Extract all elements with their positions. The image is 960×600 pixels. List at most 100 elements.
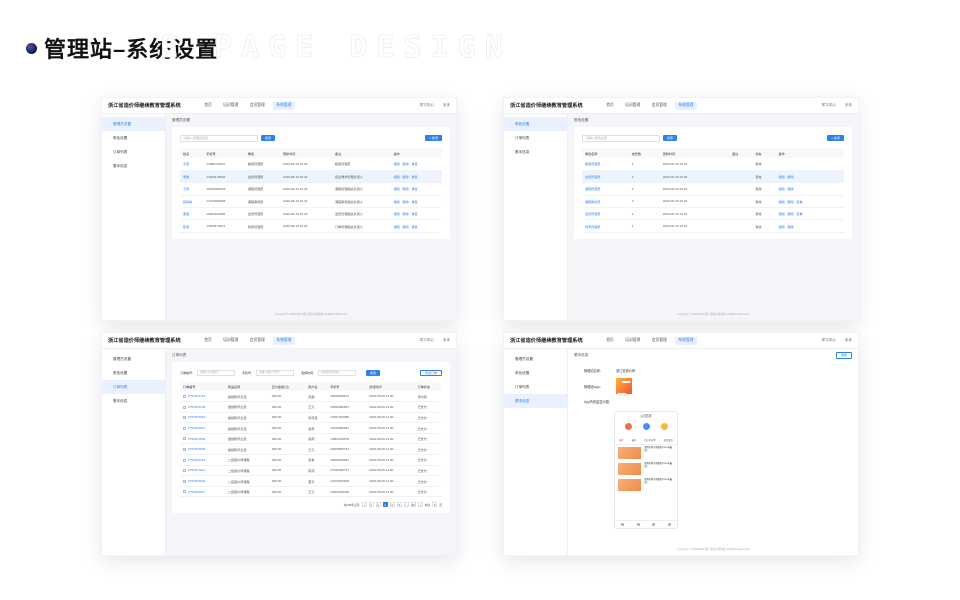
page-button[interactable]: 60: [410, 502, 416, 508]
learning-center-link[interactable]: 学习中心: [821, 103, 835, 108]
add-button[interactable]: + 新增: [425, 134, 442, 142]
table-row[interactable]: 2754875419 二级造价师课程 300.00 张孝 18650539981 2019…: [180, 454, 442, 466]
table-row[interactable]: 李娟 14329178902 会员管理员 2019-06-15 10:23 招生教学管理…: [180, 170, 442, 184]
nav-training[interactable]: 培训管理: [622, 337, 644, 345]
nav-members[interactable]: 会员管理: [649, 102, 671, 110]
goto-page-input[interactable]: 5: [432, 502, 438, 508]
nav-system[interactable]: 系统管理: [675, 336, 697, 345]
row-actions[interactable]: [775, 158, 844, 171]
learning-center-link[interactable]: 学习中心: [419, 338, 433, 343]
table-cell[interactable]: 2754875419: [180, 454, 225, 466]
sidebar-item-roles[interactable]: 角色设置: [102, 131, 165, 145]
nav-home[interactable]: 首页: [603, 102, 617, 110]
row-actions[interactable]: 编辑 · 删除 · 查看: [775, 207, 844, 221]
nav-members[interactable]: 会员管理: [649, 337, 671, 345]
table-cell[interactable]: 2754875964: [180, 412, 225, 424]
row-checkbox[interactable]: [183, 458, 186, 462]
user-name[interactable]: 手手: [845, 338, 852, 343]
sidebar-item-roles[interactable]: 角色设置: [102, 366, 165, 380]
table-cell[interactable]: 课程管理员: [582, 182, 629, 196]
nav-system[interactable]: 系统管理: [273, 101, 295, 110]
time-range-input[interactable]: 请选择时间范围: [318, 370, 357, 376]
row-checkbox[interactable]: [183, 447, 186, 451]
table-cell[interactable]: 2754875509: [180, 443, 225, 456]
row-actions[interactable]: 编辑 · 删除 · 重置: [390, 219, 442, 233]
nav-home[interactable]: 首页: [201, 102, 215, 110]
learning-center-link[interactable]: 学习中心: [821, 338, 835, 343]
page-button[interactable]: …: [403, 502, 409, 508]
table-row[interactable]: 2754875509 继续教育全选 300.00 王元 18409685761 2019-…: [180, 443, 442, 456]
table-cell[interactable]: 2754875037: [180, 486, 225, 498]
add-button[interactable]: + 新增: [827, 134, 844, 142]
table-row[interactable]: 董森 18401821806 会员管理员 2019-06-15 10:23 会员管理相关…: [180, 207, 442, 221]
page-button[interactable]: 3: [382, 502, 388, 508]
nav-members[interactable]: 会员管理: [247, 337, 269, 345]
sidebar-item-orders[interactable]: 订单列表: [102, 145, 165, 159]
order-number[interactable]: 2754875007: [188, 426, 205, 430]
row-checkbox[interactable]: [183, 437, 186, 441]
user-name[interactable]: 手手: [443, 338, 450, 343]
row-actions[interactable]: 编辑 · 删除 · 查看: [775, 195, 844, 209]
table-cell[interactable]: 2754875993: [180, 475, 225, 487]
table-row[interactable]: 王伟 15342093078 课程管理员 2019-06-15 10:23 课程管理相关…: [180, 182, 442, 196]
table-row[interactable]: 超级管理员 1 2019-06-15 10:23 有效: [582, 158, 844, 171]
table-row[interactable]: 会员管理员 1 2019-06-15 10:23 有效 编辑 · 删除 · 查看: [582, 207, 844, 221]
search-button[interactable]: 搜索: [366, 369, 381, 377]
table-row[interactable]: 2754874744 继续教育全选 300.00 周超 18638918671 2019-…: [180, 391, 442, 403]
table-row[interactable]: 2754875007 继续教育全选 300.00 赵梓 13016968681 2019-…: [180, 422, 442, 434]
sidebar-item-admins[interactable]: 管理员设置: [504, 352, 567, 366]
table-row[interactable]: 王晓 13086703297 超级管理员 2019-06-15 10:23 超级管理员编…: [180, 158, 442, 171]
order-number[interactable]: 2754875419: [188, 458, 205, 462]
row-actions[interactable]: 编辑 · 删除 · 重置: [390, 182, 442, 196]
row-checkbox[interactable]: [183, 469, 186, 473]
nav-training[interactable]: 培训管理: [220, 102, 242, 110]
table-cell[interactable]: 会员管理员: [582, 170, 629, 184]
sidebar-item-admins[interactable]: 管理员设置: [102, 117, 165, 131]
row-actions[interactable]: 编辑 · 删除 · 重置: [390, 170, 442, 184]
table-cell[interactable]: 2754871014: [180, 465, 225, 477]
row-actions[interactable]: 编辑 · 删除: [775, 182, 844, 196]
nav-home[interactable]: 首页: [201, 337, 215, 345]
site-logo[interactable]: [616, 378, 632, 394]
table-cell[interactable]: 董森: [180, 207, 204, 221]
row-actions[interactable]: 编辑 · 删除 · 重置: [390, 158, 442, 171]
nav-system[interactable]: 系统管理: [675, 101, 697, 110]
nav-training[interactable]: 培训管理: [220, 337, 242, 345]
table-cell[interactable]: 王伟: [180, 182, 204, 196]
page-button[interactable]: 2: [375, 502, 381, 508]
edit-button[interactable]: 编辑: [835, 352, 852, 359]
order-number[interactable]: 2754875509: [188, 447, 205, 451]
order-number[interactable]: 2754871014: [188, 468, 205, 472]
order-number[interactable]: 2754871584: [188, 437, 205, 441]
table-row[interactable]: 2754875138 继续教育全选 300.00 王元 15652386987 2019-…: [180, 401, 442, 413]
row-checkbox[interactable]: [183, 416, 186, 420]
sidebar-item-basic-info[interactable]: 基本信息: [504, 145, 567, 159]
table-row[interactable]: 课程审核员 0 2019-06-15 10:23 有效 编辑 · 删除 · 查看: [582, 195, 844, 209]
row-actions[interactable]: 编辑 · 删除: [775, 170, 844, 184]
nav-home[interactable]: 首页: [603, 337, 617, 345]
search-input[interactable]: 请输入管理员姓名: [180, 134, 258, 142]
table-cell[interactable]: 2754874744: [180, 391, 225, 403]
next-page-button[interactable]: ›: [417, 502, 423, 508]
sidebar-item-admins[interactable]: 管理员设置: [102, 352, 165, 366]
row-checkbox[interactable]: [183, 490, 186, 494]
row-checkbox[interactable]: [183, 426, 186, 430]
sidebar-item-orders[interactable]: 订单列表: [504, 131, 567, 145]
order-no-input[interactable]: 请输入订单编号: [197, 370, 236, 376]
table-cell[interactable]: 超级管理员: [582, 158, 629, 171]
user-name[interactable]: 手手: [443, 103, 450, 108]
order-number[interactable]: 2754875993: [188, 479, 205, 483]
order-number[interactable]: 2754875138: [188, 405, 205, 409]
row-actions[interactable]: 编辑 · 删除 · 重置: [390, 207, 442, 221]
table-row[interactable]: 2754875993 二级造价师课程 300.00 董平 14073816900 2019…: [180, 475, 442, 487]
row-actions[interactable]: 编辑 · 删除: [775, 219, 844, 233]
row-actions[interactable]: 编辑 · 删除 · 重置: [390, 195, 442, 209]
table-cell[interactable]: 顾婷婷: [180, 195, 204, 209]
table-cell[interactable]: 陈雨: [180, 219, 204, 233]
sidebar-item-orders[interactable]: 订单列表: [102, 380, 165, 394]
learning-center-link[interactable]: 学习中心: [419, 103, 433, 108]
table-row[interactable]: 2754875964 继续教育全选 300.00 周伟真 13457323086 2019…: [180, 412, 442, 424]
nav-training[interactable]: 培训管理: [622, 102, 644, 110]
search-button[interactable]: 搜索: [261, 134, 276, 142]
table-row[interactable]: 2754871584 继续教育全选 300.00 赵雨 13863708978 2019-…: [180, 433, 442, 445]
